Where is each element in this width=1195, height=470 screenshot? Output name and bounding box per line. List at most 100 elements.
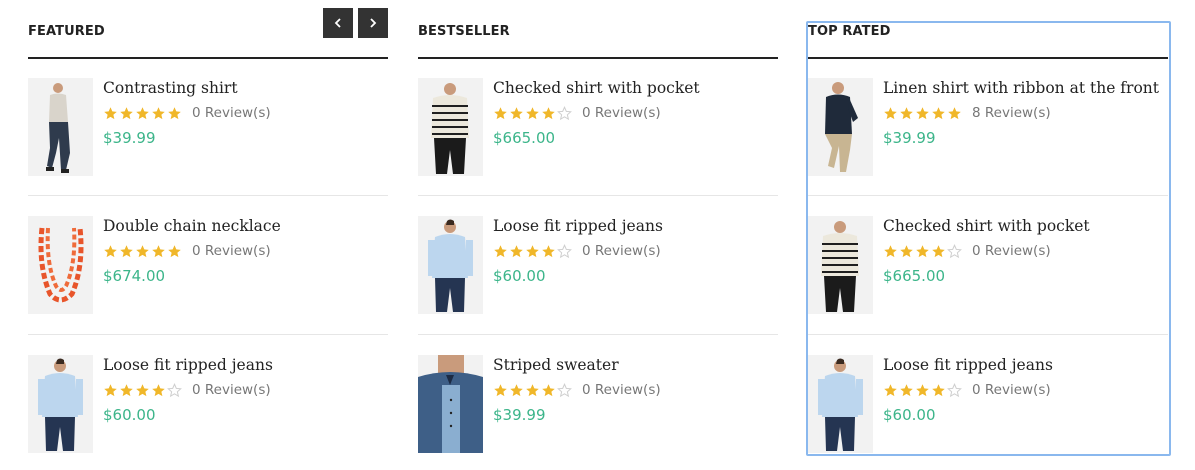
product-price: $665.00 [493, 129, 556, 147]
star-empty-icon [947, 243, 962, 259]
star-filled-icon [883, 106, 898, 121]
product-thumbnail[interactable] [808, 78, 873, 176]
column-title: BESTSELLER [418, 24, 510, 39]
star-filled-icon [119, 383, 134, 398]
top-rated-column: TOP RATED Linen shirt with ribbon at the… [808, 0, 1168, 470]
product-price: $60.00 [493, 267, 546, 285]
star-filled-icon [541, 383, 556, 398]
star-rating: 8 Review(s) [883, 105, 1051, 121]
product-name-link[interactable]: Striped sweater [493, 356, 619, 374]
review-count[interactable]: 0 Review(s) [192, 243, 271, 259]
star-filled-icon [167, 244, 182, 259]
star-filled-icon [135, 383, 150, 398]
column-header: TOP RATED [808, 22, 1168, 59]
star-filled-icon [931, 244, 946, 259]
star-rating: 0 Review(s) [103, 382, 271, 398]
product-item: Striped sweater 0 Review(s) $39.99 [418, 355, 778, 453]
column-header: FEATURED [28, 8, 388, 59]
product-item: Linen shirt with ribbon at the front 8 Re… [808, 78, 1168, 196]
product-thumbnail[interactable] [28, 355, 93, 453]
star-rating: 0 Review(s) [883, 243, 1051, 259]
star-filled-icon [899, 244, 914, 259]
star-filled-icon [151, 244, 166, 259]
star-filled-icon [151, 106, 166, 121]
star-filled-icon [509, 383, 524, 398]
product-price: $60.00 [103, 406, 156, 424]
product-name-link[interactable]: Loose fit ripped jeans [103, 356, 273, 374]
review-count[interactable]: 0 Review(s) [192, 105, 271, 121]
star-filled-icon [915, 383, 930, 398]
star-filled-icon [915, 244, 930, 259]
product-price: $39.99 [883, 129, 936, 147]
product-price: $39.99 [493, 406, 546, 424]
carousel-prev-button[interactable] [323, 8, 353, 38]
product-name-link[interactable]: Contrasting shirt [103, 79, 238, 97]
star-filled-icon [541, 106, 556, 121]
star-empty-icon [557, 243, 572, 259]
featured-column: FEATURED Contrasting shirt 0 Review(s) $39… [28, 0, 388, 470]
star-filled-icon [899, 106, 914, 121]
product-name-link[interactable]: Linen shirt with ribbon at the front [883, 79, 1159, 97]
product-thumbnail[interactable] [418, 78, 483, 176]
star-filled-icon [119, 244, 134, 259]
star-filled-icon [167, 106, 182, 121]
product-price: $674.00 [103, 267, 166, 285]
product-thumbnail[interactable] [28, 78, 93, 176]
star-empty-icon [557, 382, 572, 398]
star-rating: 0 Review(s) [493, 243, 661, 259]
star-filled-icon [883, 383, 898, 398]
product-item: Checked shirt with pocket 0 Review(s) $665… [808, 216, 1168, 335]
star-filled-icon [103, 383, 118, 398]
product-thumbnail[interactable] [418, 216, 483, 314]
product-price: $665.00 [883, 267, 946, 285]
review-count[interactable]: 0 Review(s) [972, 243, 1051, 259]
product-name-link[interactable]: Checked shirt with pocket [883, 217, 1090, 235]
product-item: Loose fit ripped jeans 0 Review(s) $60.00 [28, 355, 388, 453]
star-rating: 0 Review(s) [103, 105, 271, 121]
star-empty-icon [557, 105, 572, 121]
product-price: $60.00 [883, 406, 936, 424]
column-title: FEATURED [28, 24, 105, 39]
star-filled-icon [541, 244, 556, 259]
star-filled-icon [947, 106, 962, 121]
star-empty-icon [947, 382, 962, 398]
star-rating: 0 Review(s) [103, 243, 271, 259]
product-name-link[interactable]: Double chain necklace [103, 217, 281, 235]
star-filled-icon [151, 383, 166, 398]
star-filled-icon [899, 383, 914, 398]
star-rating: 0 Review(s) [493, 382, 661, 398]
star-filled-icon [509, 244, 524, 259]
star-filled-icon [525, 383, 540, 398]
star-filled-icon [915, 106, 930, 121]
product-name-link[interactable]: Loose fit ripped jeans [883, 356, 1053, 374]
star-filled-icon [493, 106, 508, 121]
product-thumbnail[interactable] [28, 216, 93, 314]
chevron-right-icon [370, 18, 377, 28]
review-count[interactable]: 8 Review(s) [972, 105, 1051, 121]
review-count[interactable]: 0 Review(s) [582, 243, 661, 259]
product-item: Contrasting shirt 0 Review(s) $39.99 [28, 78, 388, 196]
product-name-link[interactable]: Checked shirt with pocket [493, 79, 700, 97]
star-filled-icon [103, 106, 118, 121]
star-empty-icon [167, 382, 182, 398]
product-thumbnail[interactable] [418, 355, 483, 453]
chevron-left-icon [334, 18, 341, 28]
carousel-next-button[interactable] [358, 8, 388, 38]
review-count[interactable]: 0 Review(s) [582, 382, 661, 398]
review-count[interactable]: 0 Review(s) [192, 382, 271, 398]
star-filled-icon [931, 106, 946, 121]
review-count[interactable]: 0 Review(s) [972, 382, 1051, 398]
product-thumbnail[interactable] [808, 355, 873, 453]
product-thumbnail[interactable] [808, 216, 873, 314]
star-filled-icon [493, 244, 508, 259]
column-title: TOP RATED [808, 24, 891, 39]
star-filled-icon [493, 383, 508, 398]
review-count[interactable]: 0 Review(s) [582, 105, 661, 121]
product-name-link[interactable]: Loose fit ripped jeans [493, 217, 663, 235]
star-filled-icon [931, 383, 946, 398]
product-item: Double chain necklace 0 Review(s) $674.00 [28, 216, 388, 335]
star-filled-icon [525, 106, 540, 121]
star-filled-icon [525, 244, 540, 259]
star-rating: 0 Review(s) [493, 105, 661, 121]
bestseller-column: BESTSELLER Checked shirt with pocket 0 Re… [418, 0, 778, 470]
